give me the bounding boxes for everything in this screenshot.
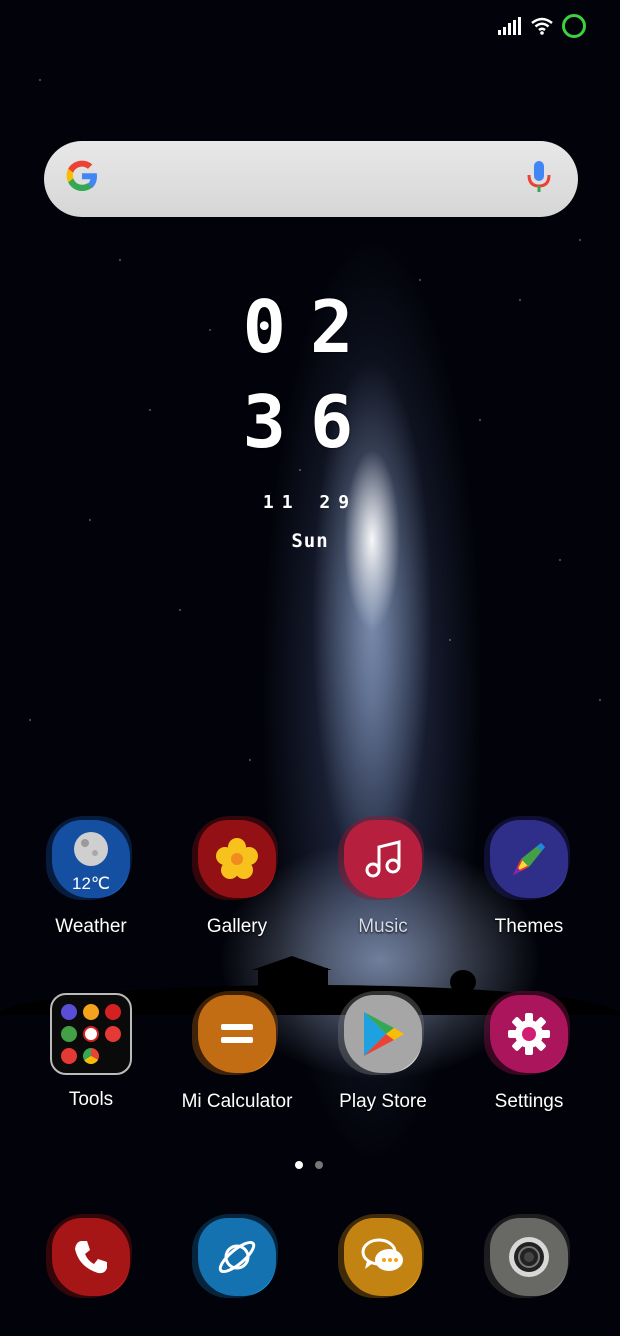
clock-hours[interactable]: 02 [0, 285, 620, 369]
gmail-icon [83, 1026, 99, 1042]
clock-date: 11 29 [262, 492, 358, 513]
mini-app-icon [61, 1004, 77, 1020]
app-label: Themes [494, 916, 564, 937]
music-note-icon [338, 816, 424, 900]
mini-app-icon [61, 1026, 77, 1042]
gallery-flower-icon [192, 816, 278, 900]
dock-messages[interactable] [318, 1214, 448, 1298]
app-gallery[interactable]: Gallery [172, 816, 302, 938]
mini-app-icon [105, 1026, 121, 1042]
google-logo-icon [64, 158, 100, 201]
weather-temperature: 12℃ [71, 874, 110, 893]
folder-icon [50, 993, 132, 1075]
google-search-bar[interactable] [44, 141, 578, 217]
app-label: Weather [55, 916, 127, 937]
app-music[interactable]: Music [318, 816, 448, 938]
play-store-icon [338, 991, 424, 1075]
app-weather[interactable]: 12℃ Weather [26, 816, 156, 938]
app-label: Settings [494, 1091, 564, 1112]
chrome-icon [83, 1048, 99, 1064]
page-indicator[interactable] [295, 1161, 323, 1169]
app-label: Gallery [206, 916, 268, 937]
mini-app-icon [61, 1048, 77, 1064]
app-mi-calculator[interactable]: Mi Calculator [172, 991, 302, 1113]
search-input[interactable] [134, 159, 508, 201]
page-dot-active[interactable] [295, 1161, 303, 1169]
dock-camera[interactable] [464, 1214, 594, 1298]
signal-bars-icon [498, 17, 521, 35]
app-play-store[interactable]: Play Store [318, 991, 448, 1113]
status-bar [498, 14, 586, 38]
wallpaper-house [252, 956, 332, 994]
app-label: Play Store [339, 1091, 427, 1112]
battery-ring-icon [562, 14, 586, 38]
mini-app-icon [83, 1004, 99, 1020]
clock-minutes[interactable]: 36 [0, 380, 620, 464]
clock-weekday: Sun [291, 530, 329, 552]
dock-browser[interactable] [172, 1214, 302, 1298]
calculator-equals-icon [192, 991, 278, 1075]
paintbrush-icon [484, 816, 570, 900]
dock-phone[interactable] [26, 1214, 156, 1298]
chat-bubbles-icon [338, 1214, 424, 1298]
app-label: Mi Calculator [181, 1091, 293, 1112]
mini-app-icon [105, 1004, 121, 1020]
app-settings[interactable]: Settings [464, 991, 594, 1113]
wallpaper-tree [450, 970, 476, 994]
camera-lens-icon [484, 1214, 570, 1298]
app-label: Music [358, 916, 408, 937]
app-label: Tools [68, 1089, 114, 1110]
gear-icon [484, 991, 570, 1075]
app-themes[interactable]: Themes [464, 816, 594, 938]
planet-browser-icon [192, 1214, 278, 1298]
page-dot[interactable] [315, 1161, 323, 1169]
weather-icon: 12℃ [46, 816, 132, 900]
mic-icon[interactable] [526, 160, 552, 199]
phone-icon [46, 1214, 132, 1298]
wifi-icon [531, 17, 553, 35]
folder-tools[interactable]: Tools [26, 993, 156, 1111]
